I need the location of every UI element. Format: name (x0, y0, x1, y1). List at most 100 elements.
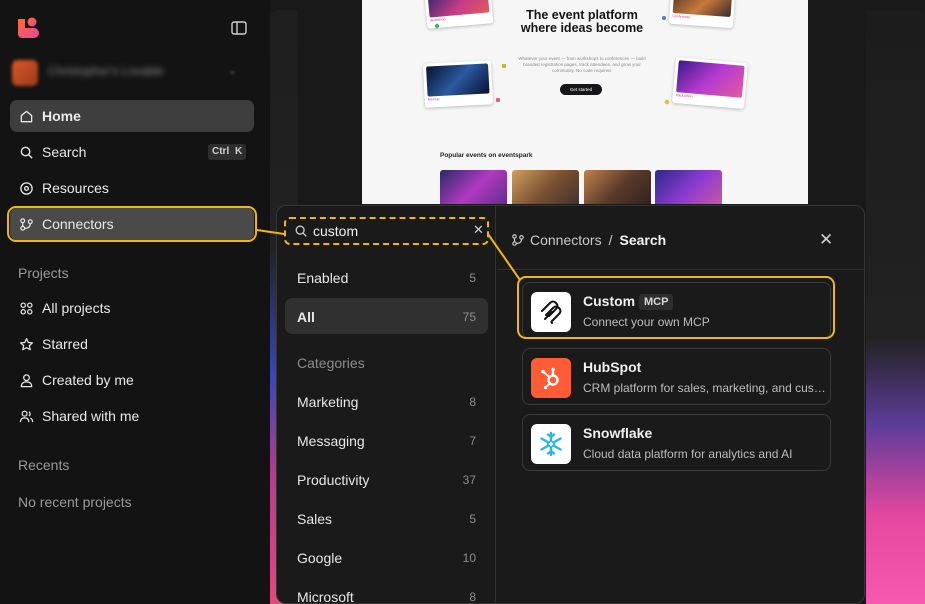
connector-card-custom[interactable]: Custom MCP Connect your own MCP (522, 282, 831, 339)
nav-home[interactable]: Home (10, 100, 254, 132)
nav-starred[interactable]: Starred (10, 328, 254, 360)
nav-all-projects[interactable]: All projects (10, 292, 254, 324)
preview-subtitle: Whatever your event — from workshops to … (518, 56, 646, 73)
connectors-icon (18, 216, 34, 232)
lovable-logo-icon[interactable] (16, 16, 40, 40)
connector-description: Connect your own MCP (583, 315, 710, 329)
search-icon (18, 144, 34, 160)
preview-event-thumbnail (512, 170, 579, 204)
nav-label: Search (42, 144, 87, 160)
filter-count: 5 (469, 271, 476, 285)
confetti-dot (502, 64, 506, 68)
category-count: 5 (469, 512, 476, 526)
nav-label: Starred (42, 336, 88, 352)
project-preview[interactable]: Workshop Conference The event platform w… (362, 0, 808, 204)
star-icon (18, 336, 34, 352)
nav-label: Home (42, 108, 81, 124)
sidebar: Christopher's Lovable ⌄ Home Search Ctrl… (0, 0, 270, 604)
category-count: 7 (469, 434, 476, 448)
category-marketing[interactable]: Marketing 8 (285, 383, 488, 419)
connector-name: Custom (583, 293, 636, 309)
nav-resources[interactable]: Resources (10, 172, 254, 204)
category-sales[interactable]: Sales 5 (285, 500, 488, 536)
confetti-dot (496, 98, 500, 102)
sidebar-toggle-icon[interactable] (229, 19, 249, 37)
connectors-filter-column: ✕ Enabled 5 All 75 Categories Marketing … (277, 206, 496, 604)
nav-shared-with-me[interactable]: Shared with me (10, 400, 254, 432)
filter-count: 75 (462, 310, 476, 324)
shortcut-key: K (231, 144, 247, 160)
hubspot-icon (531, 358, 571, 398)
connector-search-input[interactable] (313, 220, 463, 242)
recents-heading: Recents (18, 457, 70, 473)
breadcrumb-parent[interactable]: Connectors (530, 232, 602, 248)
preview-headline-line: where ideas become (520, 21, 644, 35)
nav-label: Connectors (42, 216, 114, 232)
connector-card-snowflake[interactable]: Snowflake Cloud data platform for analyt… (522, 414, 831, 471)
category-label: Marketing (297, 394, 359, 410)
nav-created-by-me[interactable]: Created by me (10, 364, 254, 396)
connector-name: HubSpot (583, 359, 642, 375)
breadcrumb-separator: / (608, 232, 613, 248)
preview-event-thumbnail (440, 170, 507, 204)
category-count: 8 (469, 395, 476, 409)
nav-label: Shared with me (42, 408, 140, 424)
category-label: Messaging (297, 433, 365, 449)
categories-heading: Categories (297, 355, 365, 371)
recents-empty-text: No recent projects (18, 494, 132, 510)
connectors-dialog: ✕ Enabled 5 All 75 Categories Marketing … (276, 205, 865, 604)
preview-headline: The event platform where ideas become (502, 9, 662, 35)
compass-icon (18, 180, 34, 196)
home-icon (18, 108, 34, 124)
search-icon (295, 225, 307, 237)
divider (497, 269, 864, 270)
filter-all[interactable]: All 75 (285, 298, 488, 334)
connector-badge: MCP (639, 294, 674, 310)
preview-event-card: Hackathon (672, 56, 748, 110)
nav-search[interactable]: Search Ctrl K (10, 136, 254, 168)
nav-connectors[interactable]: Connectors (10, 208, 254, 240)
confetti-dot (662, 16, 666, 20)
preview-event-card: Meetup (422, 60, 494, 108)
connector-search[interactable]: ✕ (285, 218, 488, 244)
category-count: 10 (462, 551, 476, 565)
category-label: Productivity (297, 472, 370, 488)
breadcrumb-current: Search (619, 232, 667, 248)
chevron-down-icon: ⌄ (228, 65, 238, 77)
category-count: 37 (462, 473, 476, 487)
preview-popular-title: Popular events on eventspark (440, 152, 533, 159)
gradient-backdrop-right (866, 10, 925, 604)
connector-card-hubspot[interactable]: HubSpot CRM platform for sales, marketin… (522, 348, 831, 405)
clear-search-icon[interactable]: ✕ (473, 222, 484, 238)
user-icon (18, 372, 34, 388)
filter-label: Enabled (297, 270, 349, 286)
grid-icon (18, 300, 34, 316)
connector-description: CRM platform for sales, marketing, and c… (583, 381, 826, 395)
category-label: Google (297, 550, 343, 566)
category-google[interactable]: Google 10 (285, 539, 488, 575)
nav-label: Created by me (42, 372, 134, 388)
avatar (12, 60, 38, 86)
close-icon[interactable]: ✕ (819, 230, 833, 250)
preview-event-thumbnail (584, 170, 651, 204)
connectors-results-column: Connectors / Search ✕ Custom MCP Connect… (497, 206, 864, 603)
category-messaging[interactable]: Messaging 7 (285, 422, 488, 458)
category-count: 8 (469, 590, 476, 604)
category-label: Microsoft (297, 589, 354, 604)
breadcrumb: Connectors / Search (511, 232, 666, 248)
category-microsoft[interactable]: Microsoft 8 (285, 578, 488, 604)
projects-heading: Projects (18, 265, 69, 281)
connectors-icon (512, 234, 524, 246)
workspace-switcher[interactable]: Christopher's Lovable ⌄ (10, 58, 254, 88)
category-productivity[interactable]: Productivity 37 (285, 461, 488, 497)
snowflake-icon (531, 424, 571, 464)
shortcut-key: Ctrl (208, 144, 234, 160)
connector-description: Cloud data platform for analytics and AI (583, 447, 793, 461)
workspace-name: Christopher's Lovable (48, 64, 164, 78)
filter-enabled[interactable]: Enabled 5 (285, 259, 488, 295)
preview-cta-button[interactable]: Get started (560, 84, 602, 95)
nav-label: All projects (42, 300, 111, 316)
preview-event-thumbnail (655, 170, 722, 204)
users-icon (18, 408, 34, 424)
connector-name: Snowflake (583, 425, 653, 441)
